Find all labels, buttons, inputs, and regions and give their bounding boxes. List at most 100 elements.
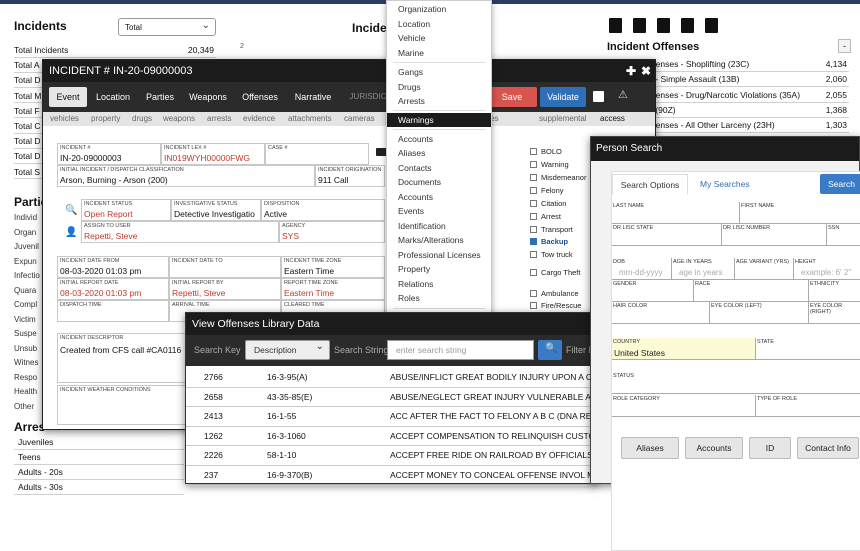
descriptor-field[interactable]: Incident Descriptor Created from CFS call… — [57, 333, 192, 383]
checkbox-fire-rescue[interactable]: Fire/Rescue — [530, 301, 581, 311]
arrest-row[interactable]: Adults - 30s — [14, 480, 184, 495]
date-to-field[interactable]: Incident Date To — [169, 256, 281, 278]
checkbox-box[interactable] — [530, 174, 537, 181]
checkbox-box[interactable] — [530, 302, 537, 309]
disposition-field[interactable]: Disposition Active — [261, 199, 385, 221]
document-icon[interactable] — [681, 18, 694, 33]
collapse-button[interactable]: - — [838, 39, 851, 53]
first-name-field[interactable]: First Name — [740, 202, 860, 224]
weather-field[interactable]: Incident Weather Conditions — [57, 385, 192, 425]
search-string-input[interactable]: enter search string — [387, 340, 534, 360]
checkbox-box[interactable] — [530, 238, 537, 245]
search-key-select[interactable]: Description — [245, 338, 330, 360]
tab-my-searches[interactable]: My Searches — [700, 174, 750, 194]
subtab-access[interactable]: access — [600, 112, 625, 126]
subtab-property[interactable]: property — [91, 112, 120, 126]
dr-lisc-number-field[interactable]: DR LISC Number — [722, 224, 827, 246]
add-icon[interactable]: ✚ — [626, 60, 636, 82]
tab-jurisdiction[interactable]: JURISDIC — [348, 87, 388, 107]
arrest-row[interactable]: Teens — [14, 450, 184, 465]
search-icon[interactable]: 🔍 — [65, 205, 77, 216]
calculator-icon[interactable] — [609, 18, 622, 33]
checkbox-arrest[interactable]: Arrest — [530, 212, 561, 222]
checkbox-felony[interactable]: Felony — [530, 186, 564, 196]
age-years-field[interactable]: Age in Years age in years — [672, 258, 735, 280]
age-variant-field[interactable]: Age Variant (YRS) — [735, 258, 794, 280]
menu-item-marks-alterations[interactable]: Marks/Alterations — [387, 233, 491, 248]
library-row[interactable]: 2766 16-3-95(A) ABUSE/INFLICT GREAT BODILY… — [186, 368, 596, 388]
dispatch-time-field[interactable]: Dispatch Time — [57, 300, 169, 322]
menu-item-identification[interactable]: Identification — [387, 219, 491, 234]
checkbox-box[interactable] — [530, 290, 537, 297]
subtab-attachments[interactable]: attachments — [288, 112, 332, 126]
tab-narrative[interactable]: Narrative — [289, 87, 337, 107]
dob-field[interactable]: DOB mm-dd-yyyy — [612, 258, 672, 280]
investigative-status-field[interactable]: Investigative Status Detective Investigat… — [171, 199, 261, 221]
tab-location[interactable]: Location — [93, 87, 133, 107]
menu-item-relations[interactable]: Relations — [387, 277, 491, 292]
state-field[interactable]: State — [756, 338, 860, 360]
checkbox-cargo-theft[interactable]: Cargo Theft — [530, 268, 580, 278]
menu-item-events[interactable]: Events — [387, 204, 491, 219]
height-field[interactable]: Height example: 6' 2" — [794, 258, 860, 280]
calendar-icon[interactable] — [633, 18, 646, 33]
menu-item-aliases[interactable]: Aliases — [387, 146, 491, 161]
incidents-row[interactable]: Total Incidents 20,349 — [14, 43, 216, 58]
subtab-evidence[interactable]: evidence — [243, 112, 275, 126]
assign-user-field[interactable]: Assign to User Repetti, Steve — [81, 221, 279, 243]
arrest-row[interactable]: Juveniles — [14, 435, 184, 450]
checkbox-box[interactable] — [530, 200, 537, 207]
search-person-button[interactable]: Search P — [820, 174, 860, 209]
tab-offenses[interactable]: Offenses — [237, 87, 283, 107]
library-row[interactable]: 237 16-9-370(B) ACCEPT MONEY TO CONCEAL OF… — [186, 466, 596, 486]
role-type-field[interactable]: Type of Role — [756, 395, 860, 417]
accounts-button[interactable]: Accounts — [685, 437, 743, 459]
library-row[interactable]: 2413 16-1-55 ACC AFTER THE FACT TO FELONY … — [186, 407, 596, 427]
report-date-field[interactable]: Initial Report Date 08-03-2020 01:03 pm — [57, 278, 169, 300]
checkbox-box[interactable] — [530, 187, 537, 194]
tab-event[interactable]: Event — [49, 87, 87, 107]
menu-item-accounts[interactable]: Accounts — [387, 132, 491, 147]
ethnicity-field[interactable]: Ethnicity — [809, 280, 860, 302]
incidents-filter-select[interactable]: Total — [118, 18, 216, 36]
validate-button[interactable]: Validate — [540, 87, 586, 107]
checkbox-box[interactable] — [530, 148, 537, 155]
checkbox-box[interactable] — [530, 226, 537, 233]
menu-item-property[interactable]: Property — [387, 262, 491, 277]
menu-item-vehicle[interactable]: Vehicle — [387, 31, 491, 46]
id-button[interactable]: ID — [749, 437, 791, 459]
library-row[interactable]: 2226 58-1-10 ACCEPT FREE RIDE ON RAILROAD … — [186, 446, 596, 466]
ssn-field[interactable]: SSN — [827, 224, 860, 246]
tab-parties[interactable]: Parties — [140, 87, 180, 107]
warning-icon[interactable]: ⚠ — [618, 88, 628, 101]
race-field[interactable]: Race — [694, 280, 809, 302]
checkbox-box[interactable] — [530, 213, 537, 220]
menu-item-professional-licenses[interactable]: Professional Licenses — [387, 248, 491, 263]
checkbox-box[interactable] — [530, 269, 537, 276]
print-icon[interactable] — [593, 91, 604, 102]
subtab-weapons[interactable]: weapons — [163, 112, 195, 126]
report-by-field[interactable]: Initial Report By Repetti, Steve — [169, 278, 281, 300]
map-icon[interactable] — [657, 18, 670, 33]
book-icon[interactable] — [705, 18, 718, 33]
checkbox-misdemeanor[interactable]: Misdemeanor — [530, 173, 586, 183]
checkbox-transport[interactable]: Transport — [530, 225, 573, 235]
library-row[interactable]: 1262 16-3-1060 ACCEPT COMPENSATION TO RELI… — [186, 427, 596, 447]
case-number-field[interactable]: Case # — [265, 143, 369, 165]
status-field[interactable]: Status — [612, 372, 860, 394]
contact-info-button[interactable]: Contact Info — [797, 437, 859, 459]
checkbox-tow-truck[interactable]: Tow truck — [530, 250, 573, 260]
checkbox-box[interactable] — [530, 251, 537, 258]
checkbox-box[interactable] — [530, 161, 537, 168]
menu-item-marine[interactable]: Marine — [387, 46, 491, 61]
checkbox-bolo[interactable]: BOLO — [530, 147, 562, 157]
subtab-arrests[interactable]: arrests — [207, 112, 231, 126]
classification-field[interactable]: Initial Incident / Dispatch Classificati… — [57, 165, 315, 187]
menu-item-organization[interactable]: Organization — [387, 2, 491, 17]
menu-item-accounts[interactable]: Accounts — [387, 190, 491, 205]
menu-item-documents[interactable]: Documents — [387, 175, 491, 190]
hair-color-field[interactable]: Hair Color — [612, 302, 710, 324]
close-icon[interactable]: ✖ — [641, 60, 651, 82]
menu-item-drugs[interactable]: Drugs — [387, 80, 491, 95]
menu-item-location[interactable]: Location — [387, 17, 491, 32]
